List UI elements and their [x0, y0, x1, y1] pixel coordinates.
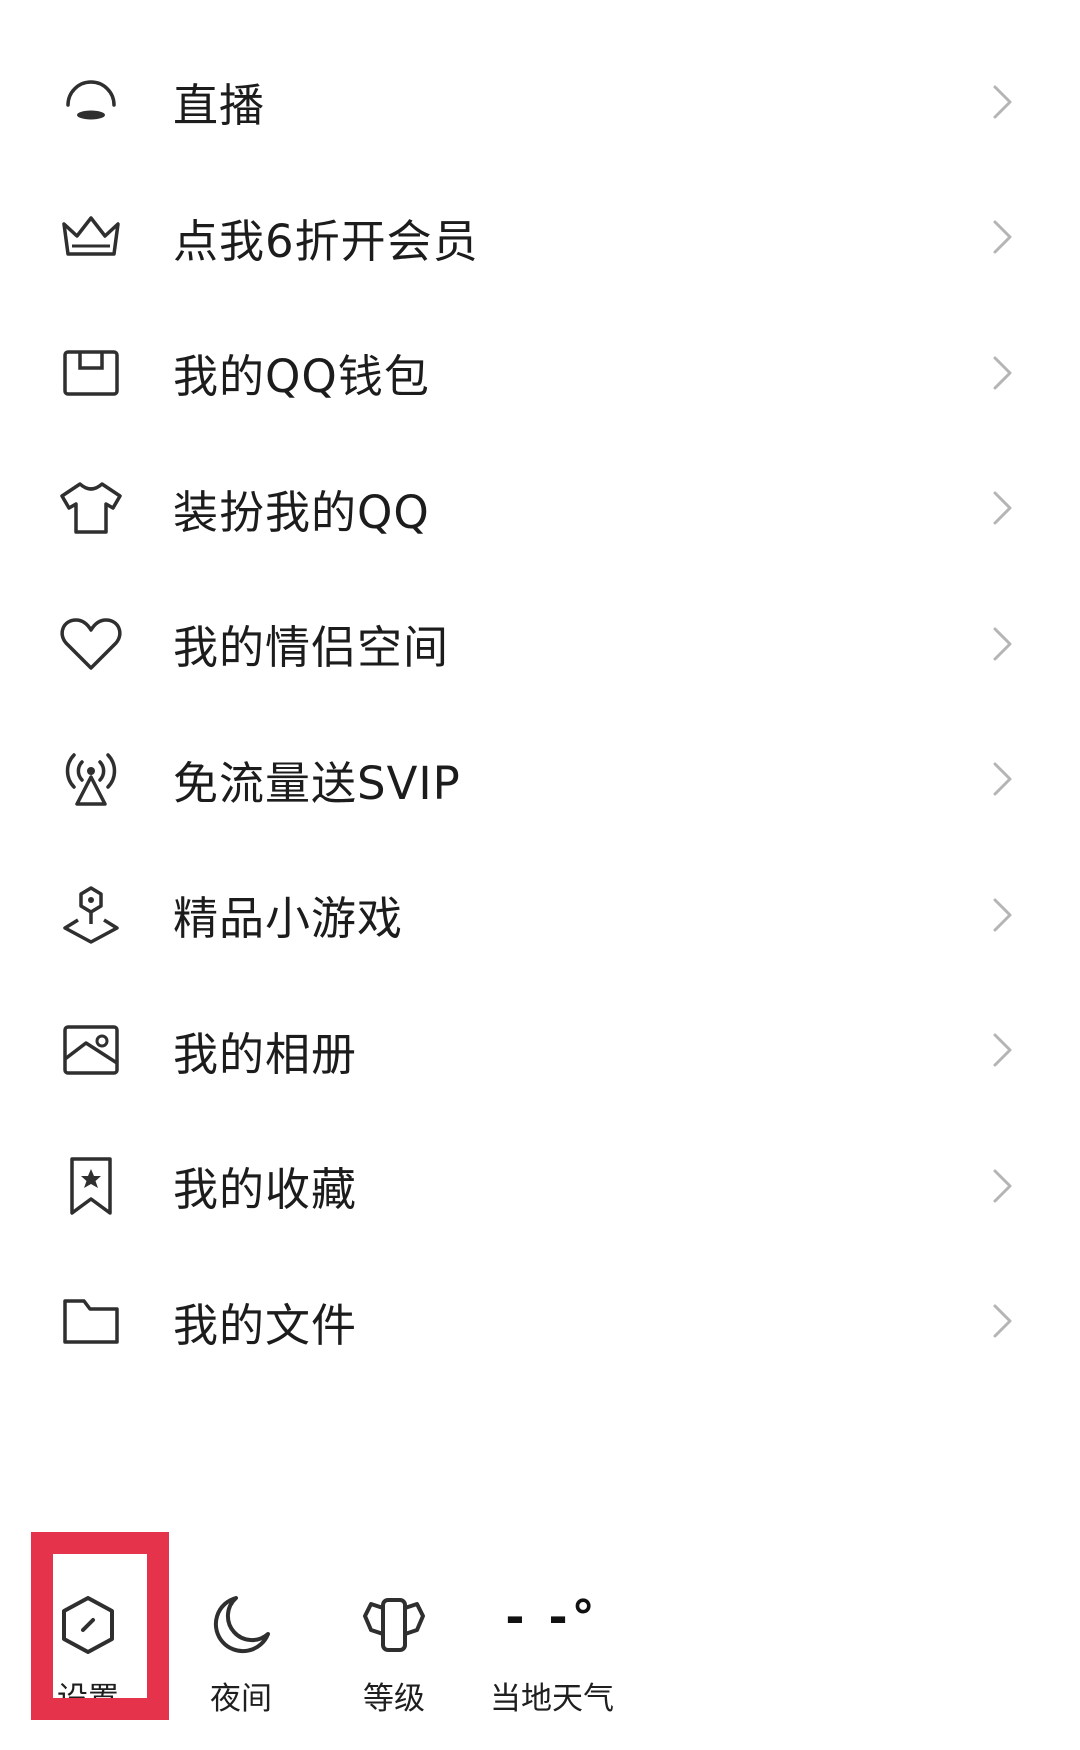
folder-icon — [58, 1288, 124, 1354]
menu-item-mini-games[interactable]: 精品小游戏 — [0, 847, 1080, 983]
menu-item-label: 直播 — [173, 79, 266, 133]
crown-icon — [58, 204, 124, 270]
settings-button[interactable]: 设置 — [18, 1560, 158, 1730]
weather-label: 当地天气 — [490, 1681, 614, 1717]
chevron-right-icon — [993, 491, 1012, 525]
chevron-right-icon — [993, 220, 1012, 254]
level-button[interactable]: 等级 — [324, 1560, 464, 1730]
settings-hexagon-icon — [53, 1590, 123, 1660]
chevron-right-icon — [993, 762, 1012, 796]
menu-item-free-data[interactable]: 免流量送SVIP — [0, 712, 1080, 848]
menu-item-label: 免流量送SVIP — [173, 756, 461, 810]
game-pin-icon — [58, 882, 124, 948]
menu-item-vip[interactable]: 点我6折开会员 — [0, 170, 1080, 306]
moon-icon — [206, 1590, 276, 1660]
drawer-page: 直播 点我6折开会员 我的QQ钱包 装扮我的QQ 我的情侣空间 免流量送SVIP… — [0, 0, 1080, 1750]
menu-item-wallet[interactable]: 我的QQ钱包 — [0, 305, 1080, 441]
menu-item-label: 我的QQ钱包 — [173, 350, 430, 404]
menu-item-label: 点我6折开会员 — [173, 214, 479, 268]
menu-item-label: 我的收藏 — [173, 1163, 358, 1217]
menu-item-label: 我的情侣空间 — [173, 621, 450, 675]
menu-item-couple-space[interactable]: 我的情侣空间 — [0, 576, 1080, 712]
menu-item-label: 我的文件 — [173, 1298, 358, 1352]
menu-item-live[interactable]: 直播 — [0, 34, 1080, 170]
chevron-right-icon — [993, 1304, 1012, 1338]
signal-tower-icon — [58, 746, 124, 812]
menu-item-label: 我的相册 — [173, 1027, 358, 1081]
chevron-right-icon — [993, 898, 1012, 932]
chevron-right-icon — [993, 85, 1012, 119]
night-mode-label: 夜间 — [210, 1681, 272, 1717]
level-label: 等级 — [363, 1681, 425, 1717]
bottom-toolbar: 设置 夜间 等级 - -° 当地天气 — [0, 1560, 1080, 1730]
chevron-right-icon — [993, 356, 1012, 390]
menu-item-album[interactable]: 我的相册 — [0, 983, 1080, 1119]
winged-badge-icon — [359, 1590, 429, 1660]
bookmark-star-icon — [58, 1153, 124, 1219]
chevron-right-icon — [993, 1169, 1012, 1203]
heart-icon — [58, 611, 124, 677]
menu-item-label: 装扮我的QQ — [173, 485, 430, 539]
photo-album-icon — [58, 1017, 124, 1083]
drawer-menu: 直播 点我6折开会员 我的QQ钱包 装扮我的QQ 我的情侣空间 免流量送SVIP… — [0, 34, 1080, 1389]
tshirt-icon — [58, 475, 124, 541]
night-mode-button[interactable]: 夜间 — [171, 1560, 311, 1730]
chevron-right-icon — [993, 627, 1012, 661]
live-icon — [58, 69, 124, 135]
weather-temperature: - -° — [505, 1590, 599, 1644]
wallet-icon — [58, 340, 124, 406]
settings-label: 设置 — [57, 1681, 119, 1717]
menu-item-favorites[interactable]: 我的收藏 — [0, 1118, 1080, 1254]
local-weather-button[interactable]: - -° 当地天气 — [477, 1560, 627, 1730]
menu-item-label: 精品小游戏 — [173, 892, 404, 946]
menu-item-dressup[interactable]: 装扮我的QQ — [0, 441, 1080, 577]
menu-item-files[interactable]: 我的文件 — [0, 1254, 1080, 1390]
chevron-right-icon — [993, 1033, 1012, 1067]
